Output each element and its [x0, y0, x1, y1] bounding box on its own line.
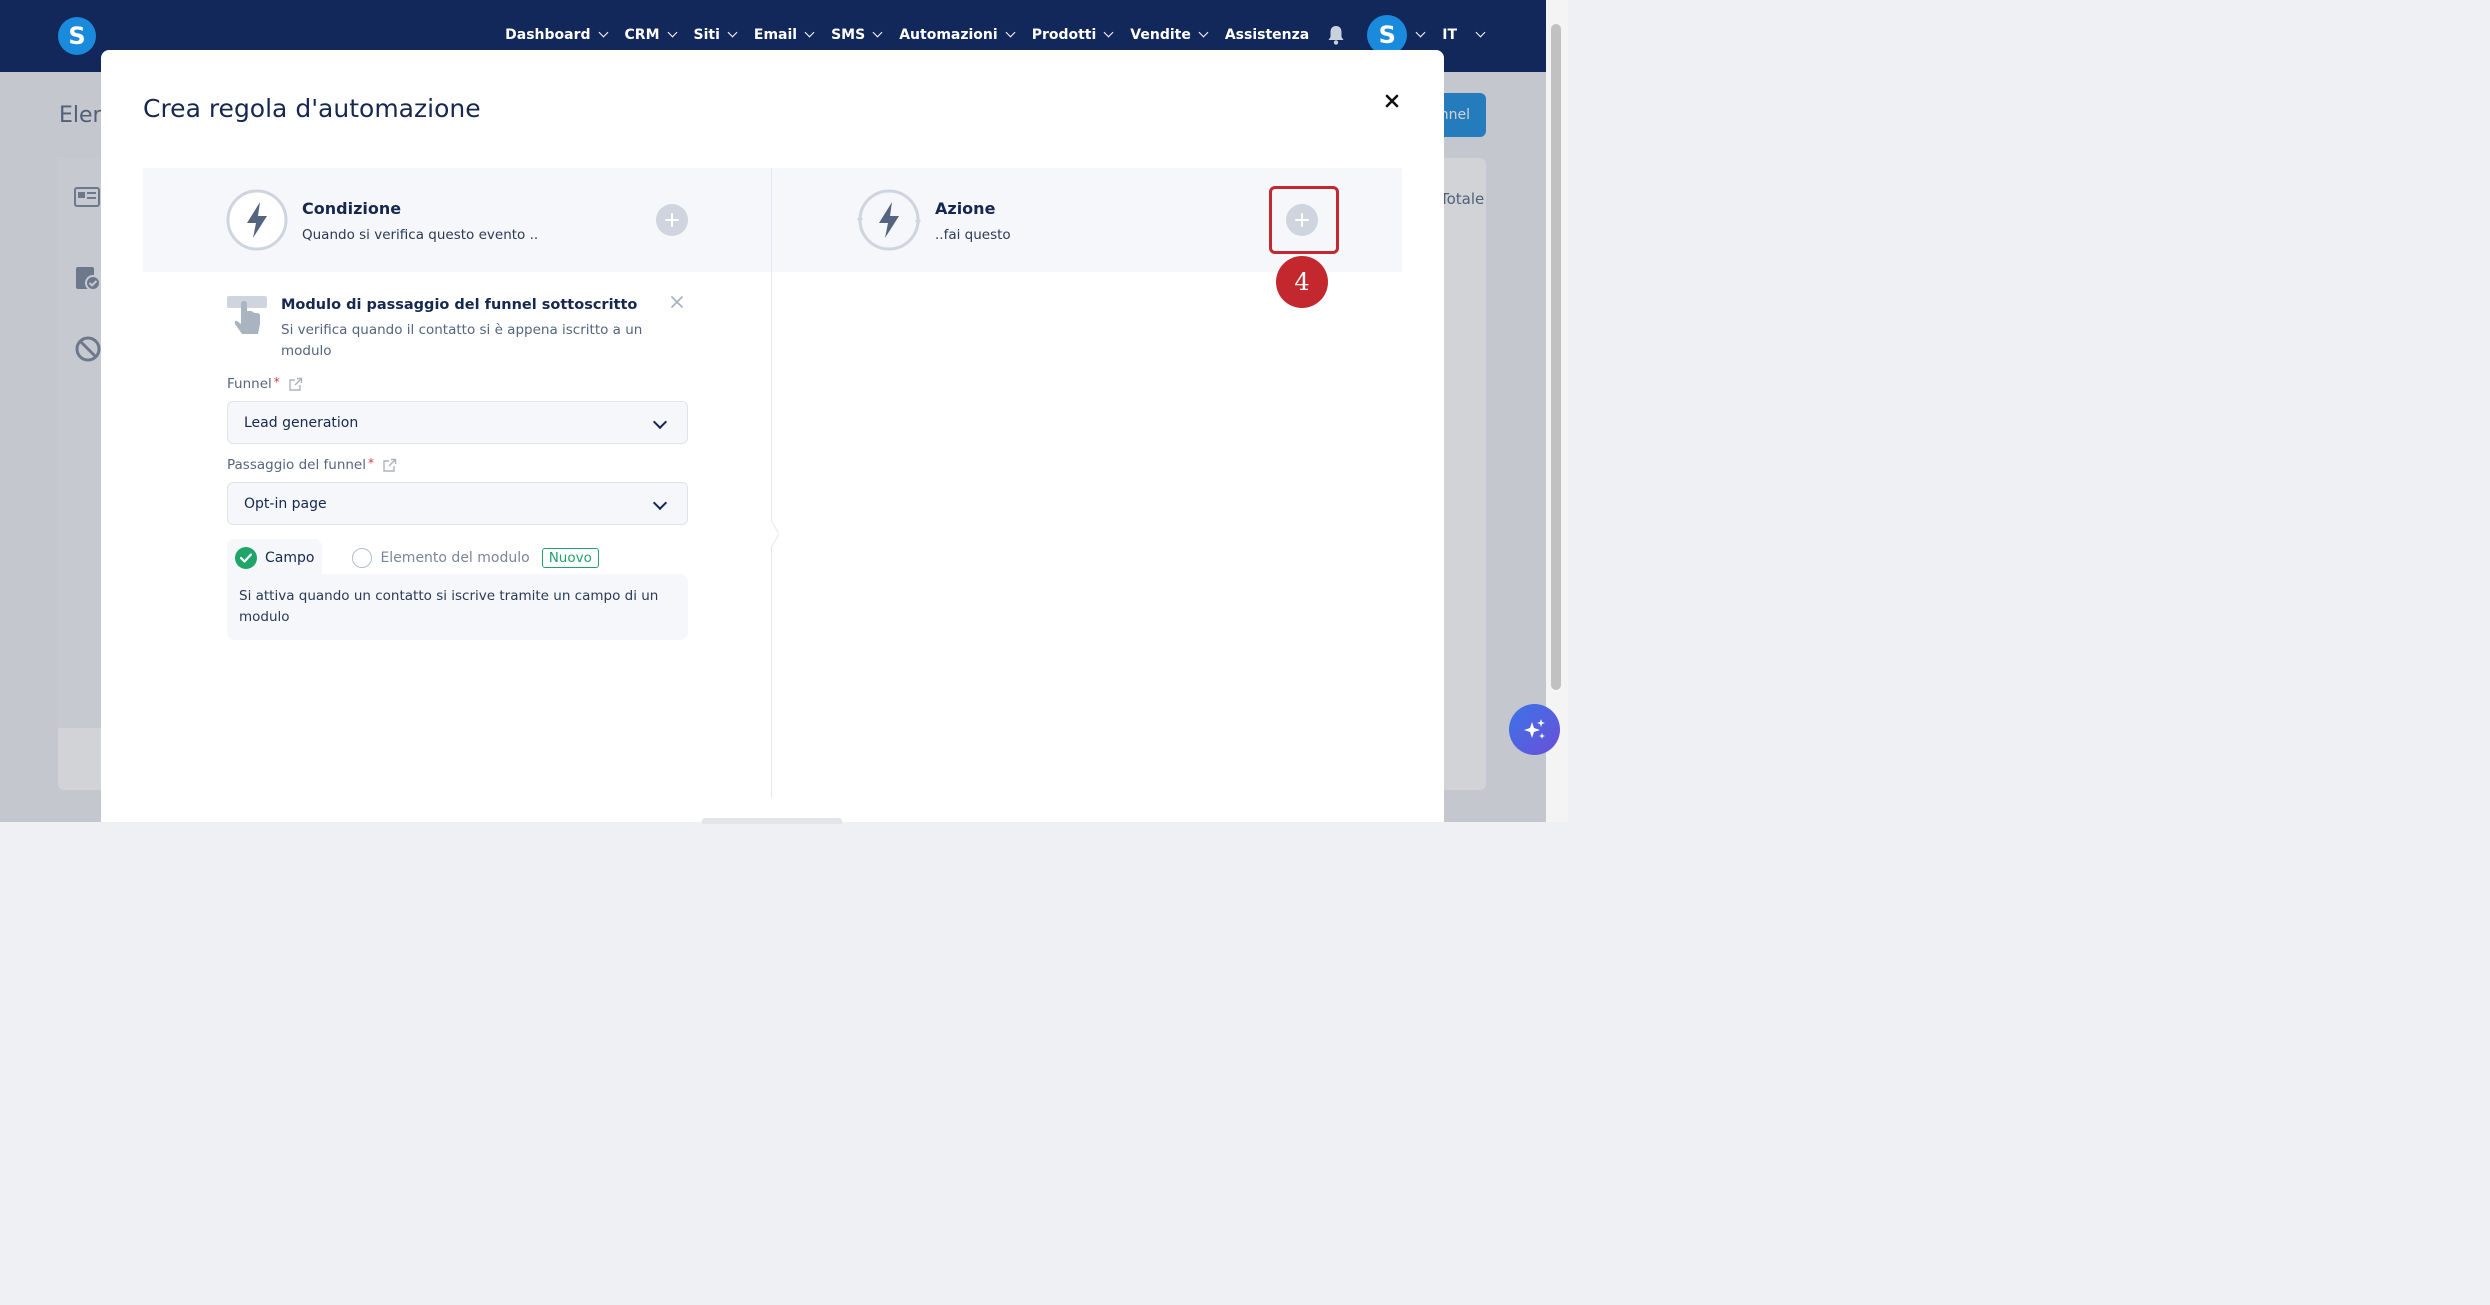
- hand-pointer-icon: [227, 296, 267, 334]
- tab-campo[interactable]: Campo: [227, 539, 323, 577]
- modal-footer-handle: [702, 818, 842, 824]
- chevron-down-icon: [872, 27, 883, 38]
- nav-item-label: Dashboard: [505, 27, 591, 43]
- funnel-label: Funnel *: [227, 375, 303, 392]
- chevron-down-icon: [727, 27, 738, 38]
- chevron-down-icon: [598, 27, 608, 38]
- radio-button[interactable]: [352, 548, 373, 568]
- modal-title: Crea regola d'automazione: [143, 94, 481, 123]
- check-icon: [235, 547, 257, 569]
- nav-item-email[interactable]: Email: [753, 27, 815, 43]
- trigger-description: Si verifica quando il contatto si è appe…: [281, 322, 643, 359]
- action-title: Azione: [935, 199, 996, 218]
- tab-elemento-del-modulo[interactable]: Elemento del modulo Nuovo: [352, 548, 599, 568]
- step-number-badge: 4: [1276, 256, 1328, 308]
- add-condition-button[interactable]: [656, 204, 688, 236]
- nav-item-dashboard[interactable]: Dashboard: [505, 27, 608, 43]
- funnel-select[interactable]: Lead generation: [227, 401, 688, 444]
- chevron-down-icon: [1198, 27, 1209, 38]
- lightning-cycle-icon: [857, 189, 921, 251]
- funnel-step-label: Passaggio del funnel *: [227, 456, 397, 473]
- chevron-down-icon: [652, 414, 668, 430]
- condition-subtitle: Quando si verifica questo evento ..: [302, 227, 539, 243]
- nav-item-label: Assistenza: [1224, 27, 1310, 43]
- chevron-down-icon: [1103, 27, 1114, 38]
- chevron-down-icon: [1005, 27, 1016, 38]
- funnel-step-select-value: Opt-in page: [244, 495, 327, 512]
- chevron-down-icon[interactable]: [1415, 27, 1426, 38]
- external-link-icon[interactable]: [288, 377, 303, 392]
- close-modal-button[interactable]: [1381, 90, 1403, 112]
- nav-item-automazioni[interactable]: Automazioni: [899, 27, 1016, 43]
- trigger-title: Modulo di passaggio del funnel sottoscri…: [281, 297, 638, 313]
- rule-header-strip: [143, 168, 1402, 272]
- highlight-box: [1269, 186, 1339, 254]
- notifications-bell-icon[interactable]: [1327, 25, 1345, 45]
- nav-item-label: Vendite: [1130, 27, 1191, 43]
- page-scrollbar-thumb[interactable]: [1551, 24, 1561, 690]
- chevron-down-icon: [804, 27, 815, 38]
- close-icon: [1385, 94, 1399, 108]
- funnel-step-select[interactable]: Opt-in page: [227, 482, 688, 525]
- tab-elemento-label: Elemento del modulo: [380, 550, 530, 566]
- automation-rule-modal: Crea regola d'automazione Condizione Qua…: [101, 50, 1444, 824]
- new-badge: Nuovo: [541, 548, 599, 568]
- language-selector[interactable]: IT: [1442, 27, 1486, 43]
- nav-item-label: Automazioni: [899, 27, 998, 43]
- tab-campo-label: Campo: [265, 550, 315, 566]
- lightning-bolt-icon: [226, 189, 288, 251]
- nav-item-siti[interactable]: Siti: [693, 27, 738, 43]
- column-divider: [771, 168, 772, 798]
- divider-arrow: [770, 520, 779, 548]
- nav-item-label: Siti: [693, 27, 720, 43]
- nav-item-prodotti[interactable]: Prodotti: [1031, 27, 1114, 43]
- nav-item-sms[interactable]: SMS: [831, 27, 883, 43]
- language-label: IT: [1442, 27, 1457, 43]
- nav-item-label: CRM: [624, 27, 660, 43]
- nav-item-label: Prodotti: [1031, 27, 1097, 43]
- nav-item-crm[interactable]: CRM: [624, 27, 677, 43]
- remove-trigger-icon[interactable]: [670, 295, 684, 309]
- nav-item-label: SMS: [831, 27, 866, 43]
- external-link-icon[interactable]: [382, 458, 397, 473]
- tab-panel-description: Si attiva quando un contatto si iscrive …: [227, 574, 688, 640]
- nav-item-label: Email: [753, 27, 798, 43]
- nav-item-vendite[interactable]: Vendite: [1130, 27, 1209, 43]
- chevron-down-icon: [1475, 27, 1486, 38]
- ai-assistant-button[interactable]: [1509, 704, 1560, 755]
- nav-item-assistenza[interactable]: Assistenza: [1225, 27, 1309, 43]
- funnel-select-value: Lead generation: [244, 414, 359, 431]
- app-logo[interactable]: S: [58, 17, 96, 55]
- action-subtitle: ..fai questo: [935, 227, 1011, 243]
- chevron-down-icon: [667, 27, 677, 38]
- chevron-down-icon: [652, 495, 668, 511]
- user-avatar[interactable]: S: [1367, 15, 1408, 55]
- sparkles-icon: [1523, 718, 1545, 739]
- trigger-type-tabs: Campo Elemento del modulo Nuovo: [227, 538, 599, 578]
- condition-title: Condizione: [302, 199, 402, 218]
